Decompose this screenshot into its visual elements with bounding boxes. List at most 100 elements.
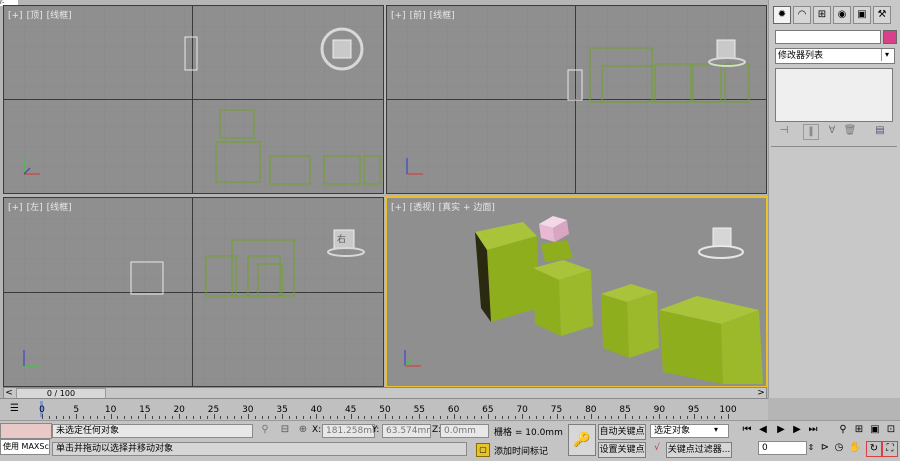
key-filters-button[interactable]: 关键点过滤器... bbox=[666, 442, 732, 458]
current-frame-field[interactable]: 0 bbox=[758, 441, 807, 455]
modifier-list-dropdown[interactable]: 修改器列表 bbox=[775, 48, 895, 64]
modifier-list-label: 修改器列表 bbox=[778, 51, 824, 61]
timeline-minor-tick bbox=[652, 416, 654, 419]
timeline-minor-tick bbox=[666, 416, 668, 419]
motion-icon[interactable]: ◉ bbox=[833, 6, 851, 24]
timeline-minor-tick bbox=[529, 416, 531, 419]
timeline-minor-tick bbox=[721, 416, 723, 419]
hierarchy-icon[interactable]: ⊞ bbox=[813, 6, 831, 24]
time-configuration-icon[interactable]: ◷ bbox=[832, 441, 846, 455]
chevron-down-icon[interactable]: ▾ bbox=[714, 425, 718, 434]
utilities-icon[interactable]: ⚒ bbox=[873, 6, 891, 24]
timeline-minor-tick bbox=[90, 416, 92, 419]
make-unique-icon[interactable]: ∀ bbox=[825, 124, 839, 138]
timeline-minor-tick bbox=[227, 416, 229, 419]
timeline-minor-tick bbox=[700, 416, 702, 419]
zoom-icon[interactable]: ⚲ bbox=[836, 423, 850, 437]
display-icon[interactable]: ▣ bbox=[853, 6, 871, 24]
object-name-field[interactable] bbox=[775, 30, 881, 44]
viewport-left[interactable]: [+] [左] [线框] 右 bbox=[3, 197, 384, 387]
create-icon[interactable]: ✹ bbox=[773, 6, 791, 24]
timeline-minor-tick bbox=[426, 416, 428, 419]
key-filter-icon[interactable]: √ bbox=[650, 442, 664, 454]
timeline-minor-tick bbox=[103, 416, 105, 419]
show-end-result-icon[interactable]: ‖ bbox=[803, 124, 819, 140]
viewport-top[interactable]: [+] [顶] [线框] bbox=[3, 5, 384, 194]
key-mode-toggle-icon[interactable]: ⊳ bbox=[818, 441, 832, 455]
timeline-tick-label: 0 bbox=[39, 405, 45, 415]
configure-modifier-sets-icon[interactable]: ▤ bbox=[873, 124, 887, 138]
mini-curve-editor-icon[interactable]: ☰ bbox=[10, 403, 26, 415]
timeline-tick-label: 100 bbox=[719, 405, 737, 415]
modifier-stack[interactable] bbox=[775, 68, 893, 122]
pan-icon[interactable]: ✋ bbox=[848, 441, 862, 455]
add-time-tag-button[interactable]: 添加时间标记 bbox=[494, 444, 548, 457]
timeline-minor-tick bbox=[275, 416, 277, 419]
timeline-minor-tick bbox=[577, 416, 579, 419]
viewport-perspective[interactable]: [+] [透视] [真实 + 边面] bbox=[385, 196, 768, 388]
maxscript-mini-listener[interactable] bbox=[0, 423, 52, 439]
maxscript-listener[interactable]: 使用 MAXScr bbox=[0, 439, 50, 455]
timeline-minor-tick bbox=[481, 416, 483, 419]
modify-icon[interactable]: ◠ bbox=[793, 6, 811, 24]
timeline-minor-tick bbox=[302, 416, 304, 419]
timeline-minor-tick bbox=[638, 416, 640, 419]
timeline-minor-tick bbox=[309, 416, 311, 419]
time-tag-icon[interactable]: ▢ bbox=[476, 443, 490, 457]
go-to-end-icon[interactable]: ⏭ bbox=[806, 423, 820, 437]
previous-frame-icon[interactable]: ◀ bbox=[756, 423, 770, 437]
timeline-minor-tick bbox=[206, 416, 208, 419]
timeline-minor-tick bbox=[439, 416, 441, 419]
viewcube-face-label: 右 bbox=[337, 235, 347, 245]
timeline-minor-tick bbox=[295, 416, 297, 419]
play-icon[interactable]: ▶ bbox=[774, 423, 788, 437]
orbit-icon[interactable]: ↻ bbox=[866, 441, 882, 457]
zoom-extents-icon[interactable]: ▣ bbox=[868, 423, 882, 437]
viewcube-icon[interactable] bbox=[707, 36, 747, 70]
y-coordinate-field[interactable]: 63.574mm bbox=[382, 424, 431, 438]
timeline-minor-tick bbox=[192, 416, 194, 419]
timeline-minor-tick bbox=[673, 416, 675, 419]
timeline-minor-tick bbox=[55, 416, 57, 419]
viewport-front[interactable]: [+] [前] [线框] bbox=[386, 5, 767, 194]
pin-stack-icon[interactable]: ⊣ bbox=[777, 124, 791, 138]
timeline-minor-tick bbox=[254, 416, 256, 419]
timeline-tick-label: 10 bbox=[104, 405, 117, 415]
timeline-tick-label: 25 bbox=[207, 405, 220, 415]
timeline-tick-label: 5 bbox=[73, 405, 80, 415]
timeline-minor-tick bbox=[364, 416, 366, 419]
timeline-minor-tick bbox=[62, 416, 64, 419]
maximize-viewport-icon[interactable]: ⛶ bbox=[882, 441, 898, 457]
viewcube-icon[interactable] bbox=[319, 26, 365, 72]
absolute-mode-icon[interactable]: ⊕ bbox=[296, 423, 310, 437]
lock-selection-icon[interactable]: ⚲ bbox=[258, 423, 272, 437]
isolate-icon[interactable]: ⊟ bbox=[278, 423, 292, 437]
set-key-button[interactable]: 设置关键点 bbox=[598, 442, 646, 458]
frame-spinner-icon[interactable]: ⇕ bbox=[804, 441, 818, 455]
z-coordinate-field[interactable]: 0.0mm bbox=[440, 424, 489, 438]
set-key-mode-icon[interactable]: 🔑 bbox=[568, 424, 596, 456]
timeline-minor-tick bbox=[96, 416, 98, 419]
timeline-minor-tick bbox=[631, 416, 633, 419]
object-color-swatch[interactable] bbox=[883, 30, 897, 44]
timeline-minor-tick bbox=[474, 416, 476, 419]
timeline-minor-tick bbox=[240, 416, 242, 419]
timeline-minor-tick bbox=[343, 416, 345, 419]
timeline-minor-tick bbox=[611, 416, 613, 419]
auto-key-button[interactable]: 自动关键点 bbox=[598, 424, 646, 440]
timeline-ruler[interactable]: ☰ 0 5 10 15 20 25 30 35 40 45 50 55 60 65 70 75 80 85 90 95… bbox=[0, 398, 768, 421]
axis-tripod-icon bbox=[406, 158, 423, 175]
zoom-all-icon[interactable]: ⊞ bbox=[852, 423, 866, 437]
timeline-minor-tick bbox=[563, 416, 565, 419]
chevron-down-icon[interactable]: ▾ bbox=[881, 49, 892, 61]
x-coordinate-field[interactable]: 181.258mm bbox=[322, 424, 375, 438]
timeline-minor-tick bbox=[234, 416, 236, 419]
remove-modifier-icon[interactable]: 🗑 bbox=[843, 124, 857, 138]
timeline-tick-label: 40 bbox=[310, 405, 323, 415]
timeline-minor-tick bbox=[508, 416, 510, 419]
go-to-start-icon[interactable]: ⏮ bbox=[740, 423, 754, 437]
timeline-tick-label: 75 bbox=[550, 405, 563, 415]
next-frame-icon[interactable]: ▶ bbox=[790, 423, 804, 437]
zoom-extents-all-icon[interactable]: ⊡ bbox=[884, 423, 898, 437]
timeline-tick-label: 45 bbox=[344, 405, 357, 415]
